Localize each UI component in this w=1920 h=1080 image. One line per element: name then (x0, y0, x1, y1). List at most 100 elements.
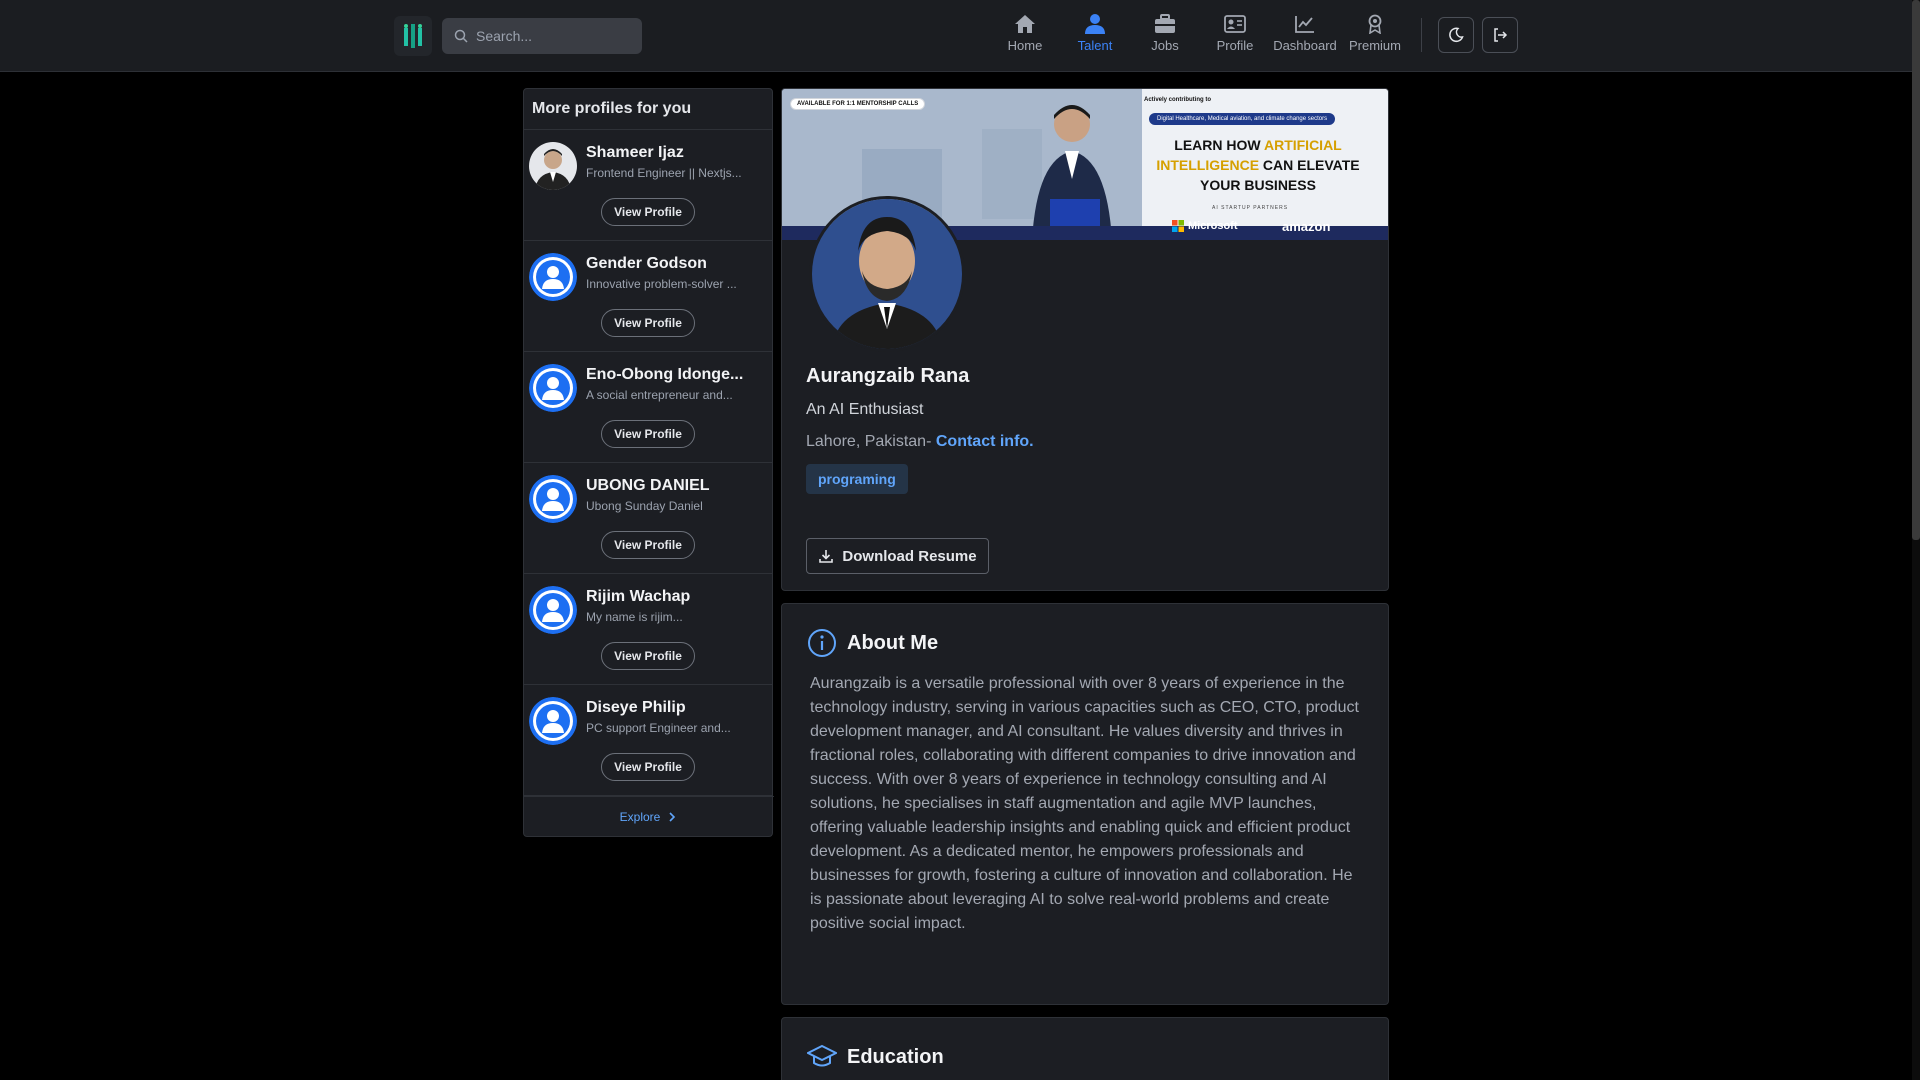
contact-info-link[interactable]: Contact info. (936, 433, 1034, 450)
briefcase-icon (1155, 14, 1175, 33)
profile-name[interactable]: Rijim Wachap (586, 588, 766, 606)
banner-sectors-pill: Digital Healthcare, Medical aviation, an… (1149, 113, 1336, 125)
education-card: Education (781, 1017, 1389, 1080)
info-icon (808, 629, 836, 657)
microsoft-logo: Microsoft (1172, 220, 1238, 232)
default-user-icon (529, 586, 577, 634)
profile-card: Diseye Philip PC support Engineer and...… (524, 685, 772, 796)
profile-card: Eno-Obong Idonge... A social entrepreneu… (524, 352, 772, 463)
profile-card: Rijim Wachap My name is rijim... View Pr… (524, 574, 772, 685)
banner-mentorship-pill: AVAILABLE FOR 1:1 MENTORSHIP CALLS (790, 98, 926, 110)
microsoft-label: Microsoft (1188, 220, 1238, 232)
profile-headline: An AI Enthusiast (806, 401, 924, 418)
avatar[interactable] (529, 697, 577, 745)
talent-icon (1085, 14, 1105, 34)
download-resume-label: Download Resume (842, 547, 977, 565)
default-user-icon (529, 364, 577, 412)
top-navbar: Home Talent Jobs Pro (0, 0, 1912, 72)
view-profile-button[interactable]: View Profile (601, 420, 695, 448)
profile-card: UBONG DANIEL Ubong Sunday Daniel View Pr… (524, 463, 772, 574)
nav-profile[interactable]: Profile (1200, 14, 1270, 53)
search-input[interactable] (476, 28, 636, 44)
profile-description: Innovative problem-solver ... (586, 277, 737, 291)
default-user-icon (529, 697, 577, 745)
award-icon (1368, 14, 1382, 34)
download-resume-button[interactable]: Download Resume (806, 538, 989, 574)
nav-dashboard[interactable]: Dashboard (1270, 14, 1340, 53)
view-profile-button[interactable]: View Profile (601, 642, 695, 670)
nav-talent-label: Talent (1077, 38, 1113, 53)
nav-premium-label: Premium (1348, 38, 1401, 53)
profile-name-heading: Aurangzaib Rana (806, 365, 970, 387)
moon-icon (1449, 27, 1464, 43)
avatar-photo-icon (529, 142, 577, 190)
profile-description: Ubong Sunday Daniel (586, 499, 703, 513)
skill-tag: programing (806, 464, 908, 494)
profile-header-card: AVAILABLE FOR 1:1 MENTORSHIP CALLS Activ… (781, 88, 1389, 591)
app-logo[interactable] (394, 16, 432, 56)
logout-icon (1494, 28, 1508, 42)
profile-description: Frontend Engineer || Nextjs... (586, 166, 742, 180)
nav-dashboard-label: Dashboard (1273, 38, 1337, 53)
nav-divider (1421, 18, 1422, 52)
profile-description: My name is rijim... (586, 610, 683, 624)
nav-talent[interactable]: Talent (1060, 14, 1130, 53)
explore-link[interactable]: Explore (524, 796, 774, 836)
home-icon (1015, 15, 1035, 33)
id-card-icon (1224, 15, 1246, 33)
profile-name[interactable]: Diseye Philip (586, 699, 766, 717)
avatar[interactable] (529, 253, 577, 301)
nav-jobs-label: Jobs (1151, 38, 1179, 53)
amazon-logo: amazon (1282, 219, 1331, 234)
chevron-right-icon (669, 811, 676, 822)
profile-avatar[interactable] (809, 196, 965, 352)
view-profile-button[interactable]: View Profile (601, 753, 695, 781)
banner-active-text: Actively contributing to (1144, 97, 1212, 103)
profile-card: Shameer Ijaz Frontend Engineer || Nextjs… (524, 130, 772, 241)
profile-name[interactable]: Shameer Ijaz (586, 144, 766, 162)
about-me-card: About Me Aurangzaib is a versatile profe… (781, 603, 1389, 1005)
theme-toggle-button[interactable] (1438, 17, 1474, 53)
profile-description: A social entrepreneur and... (586, 388, 733, 402)
graduation-cap-icon (807, 1044, 837, 1067)
profile-name[interactable]: Gender Godson (586, 255, 766, 273)
view-profile-button[interactable]: View Profile (601, 198, 695, 226)
search-bar[interactable] (442, 18, 642, 54)
nav-home-label: Home (1007, 38, 1043, 53)
profile-name[interactable]: UBONG DANIEL (586, 477, 766, 495)
banner-partners-label: AI STARTUP PARTNERS (1212, 205, 1289, 211)
avatar[interactable] (529, 475, 577, 523)
default-user-icon (529, 475, 577, 523)
nav-jobs[interactable]: Jobs (1130, 14, 1200, 53)
avatar[interactable] (529, 364, 577, 412)
nav-profile-label: Profile (1216, 38, 1254, 53)
profile-location: Lahore, Pakistan- Contact info. (806, 433, 1034, 451)
education-header: Education (807, 1044, 944, 1070)
logo-icon (404, 24, 422, 48)
banner-headline-part1: LEARN HOW (1174, 137, 1264, 153)
explore-label: Explore (619, 809, 661, 824)
profile-photo-icon (812, 199, 962, 349)
more-profiles-sidebar: More profiles for you Shameer Ijaz Front… (523, 88, 774, 837)
about-me-title: About Me (847, 631, 939, 654)
view-profile-button[interactable]: View Profile (601, 309, 695, 337)
profile-name[interactable]: Eno-Obong Idonge... (586, 366, 766, 384)
avatar[interactable] (529, 586, 577, 634)
default-user-icon (529, 253, 577, 301)
about-me-header: About Me (807, 628, 938, 658)
microsoft-logo-icon (1172, 220, 1184, 232)
view-profile-button[interactable]: View Profile (601, 531, 695, 559)
page-scrollbar-thumb[interactable] (1912, 0, 1920, 540)
nav-premium[interactable]: Premium (1340, 14, 1410, 53)
about-me-text: Aurangzaib is a versatile professional w… (810, 675, 1359, 932)
chart-line-icon (1295, 16, 1314, 33)
location-text: Lahore, Pakistan- (806, 433, 932, 450)
download-icon (819, 550, 834, 563)
logout-button[interactable] (1482, 17, 1518, 53)
education-title: Education (847, 1045, 944, 1068)
profile-card: Gender Godson Innovative problem-solver … (524, 241, 772, 352)
banner-headline: LEARN HOW ARTIFICIAL INTELLIGENCE CAN EL… (1148, 135, 1368, 195)
search-icon (454, 29, 468, 43)
avatar[interactable] (529, 142, 577, 190)
nav-home[interactable]: Home (990, 14, 1060, 53)
